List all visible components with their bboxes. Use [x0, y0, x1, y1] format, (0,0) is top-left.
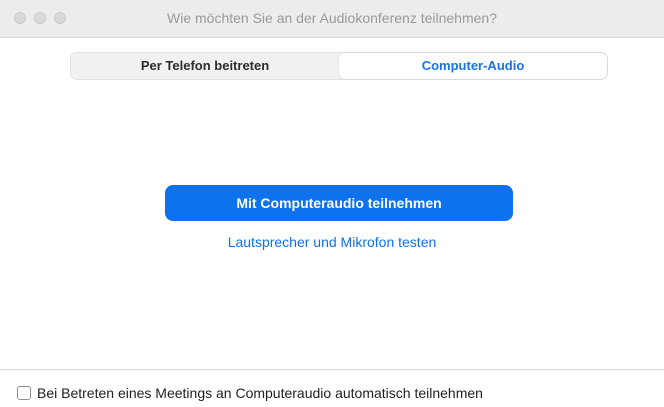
window-title: Wie möchten Sie an der Audiokonferenz te…: [167, 10, 497, 26]
title-bar: Wie möchten Sie an der Audiokonferenz te…: [0, 0, 664, 38]
auto-join-label[interactable]: Bei Betreten eines Meetings an Computera…: [37, 385, 483, 401]
auto-join-checkbox[interactable]: [17, 386, 31, 400]
test-speaker-microphone-link[interactable]: Lautsprecher und Mikrofon testen: [0, 234, 664, 250]
dialog-content: Per Telefon beitreten Computer-Audio Mit…: [0, 38, 664, 369]
audio-mode-tabs: Per Telefon beitreten Computer-Audio: [70, 52, 608, 80]
join-computer-audio-button[interactable]: Mit Computeraudio teilnehmen: [165, 185, 513, 221]
footer: Bei Betreten eines Meetings an Computera…: [0, 370, 664, 407]
tab-computer-audio[interactable]: Computer-Audio: [339, 53, 607, 79]
tab-phone[interactable]: Per Telefon beitreten: [71, 53, 339, 79]
